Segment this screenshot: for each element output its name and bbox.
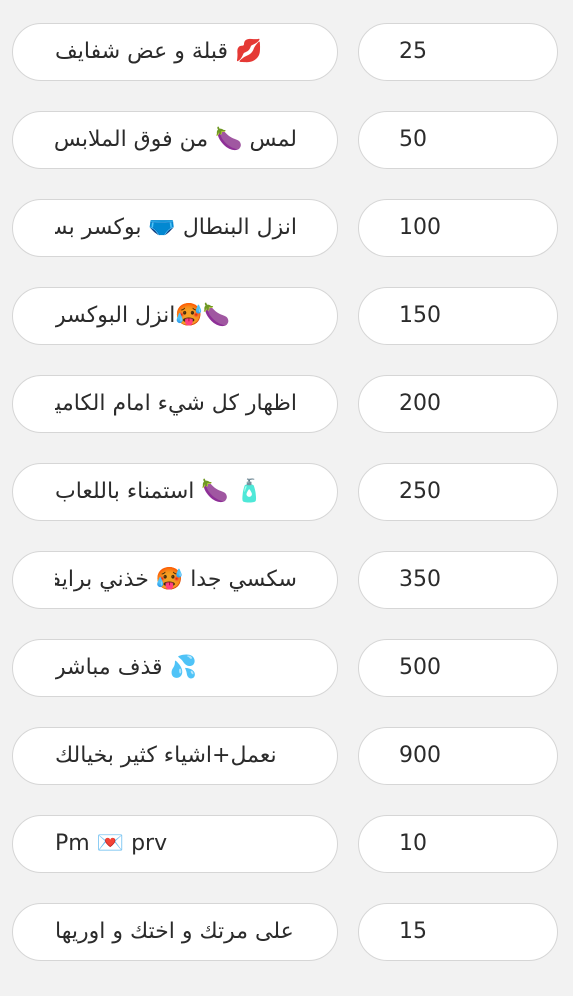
item-value-field[interactable]: 350	[358, 551, 558, 609]
list-item: 💋 قبلة و عض شفايف 25	[0, 23, 573, 83]
item-value: 100	[399, 215, 441, 240]
list-item: على مرتك و اختك و اوريها 15	[0, 903, 573, 963]
item-text-field[interactable]: سكسي جدا 🥵 خذني برايفت	[12, 551, 338, 609]
item-value: 150	[399, 303, 441, 328]
item-text: 💋 قبلة و عض شفايف	[55, 39, 263, 64]
list-item: Pm 💌 prv 10	[0, 815, 573, 875]
item-text-field[interactable]: على مرتك و اختك و اوريها	[12, 903, 338, 961]
list-item: 🧴 🍆 استمناء باللعاب 250	[0, 463, 573, 523]
item-text-field[interactable]: اظهار كل شيء امام الكاميرا	[12, 375, 338, 433]
item-value-field[interactable]: 15	[358, 903, 558, 961]
item-value: 500	[399, 655, 441, 680]
item-value: 900	[399, 743, 441, 768]
item-text: نعمل+اشياء كثير بخيالك	[55, 743, 277, 768]
item-value-field[interactable]: 500	[358, 639, 558, 697]
item-text: لمس 🍆 من فوق الملابس	[55, 127, 297, 152]
item-text-field[interactable]: لمس 🍆 من فوق الملابس	[12, 111, 338, 169]
item-value-field[interactable]: 100	[358, 199, 558, 257]
item-text-field[interactable]: نعمل+اشياء كثير بخيالك	[12, 727, 338, 785]
item-value: 10	[399, 831, 427, 856]
item-text-field[interactable]: Pm 💌 prv	[12, 815, 338, 873]
item-value-field[interactable]: 250	[358, 463, 558, 521]
item-text: اظهار كل شيء امام الكاميرا	[55, 391, 297, 416]
item-text: 🍆🥵انزل البوكسر	[55, 303, 231, 328]
item-value-field[interactable]: 25	[358, 23, 558, 81]
item-value: 50	[399, 127, 427, 152]
list-item: 🍆🥵انزل البوكسر 150	[0, 287, 573, 347]
item-text-field[interactable]: 💦 قذف مباشر	[12, 639, 338, 697]
list-item: سكسي جدا 🥵 خذني برايفت 350	[0, 551, 573, 611]
item-value: 200	[399, 391, 441, 416]
item-value-field[interactable]: 900	[358, 727, 558, 785]
item-text-field[interactable]: انزل البنطال 🩲 بوكسر بس	[12, 199, 338, 257]
item-text-field[interactable]: 🍆🥵انزل البوكسر	[12, 287, 338, 345]
item-text: سكسي جدا 🥵 خذني برايفت	[55, 567, 297, 592]
item-text: 💦 قذف مباشر	[55, 655, 197, 680]
item-value: 15	[399, 919, 427, 944]
item-text-field[interactable]: 🧴 🍆 استمناء باللعاب	[12, 463, 338, 521]
item-text: Pm 💌 prv	[55, 831, 168, 856]
price-list: 💋 قبلة و عض شفايف 25 لمس 🍆 من فوق الملابس 5…	[0, 0, 573, 996]
item-text-field[interactable]: 💋 قبلة و عض شفايف	[12, 23, 338, 81]
item-text: 🧴 🍆 استمناء باللعاب	[55, 479, 264, 504]
item-text: انزل البنطال 🩲 بوكسر بس	[55, 215, 297, 240]
item-value-field[interactable]: 50	[358, 111, 558, 169]
item-value-field[interactable]: 200	[358, 375, 558, 433]
item-value: 350	[399, 567, 441, 592]
list-item: انزل البنطال 🩲 بوكسر بس 100	[0, 199, 573, 259]
list-item: نعمل+اشياء كثير بخيالك 900	[0, 727, 573, 787]
list-item: اظهار كل شيء امام الكاميرا 200	[0, 375, 573, 435]
list-item: لمس 🍆 من فوق الملابس 50	[0, 111, 573, 171]
item-text: على مرتك و اختك و اوريها	[55, 919, 294, 944]
item-value-field[interactable]: 10	[358, 815, 558, 873]
item-value: 25	[399, 39, 427, 64]
list-item: 💦 قذف مباشر 500	[0, 639, 573, 699]
item-value: 250	[399, 479, 441, 504]
item-value-field[interactable]: 150	[358, 287, 558, 345]
